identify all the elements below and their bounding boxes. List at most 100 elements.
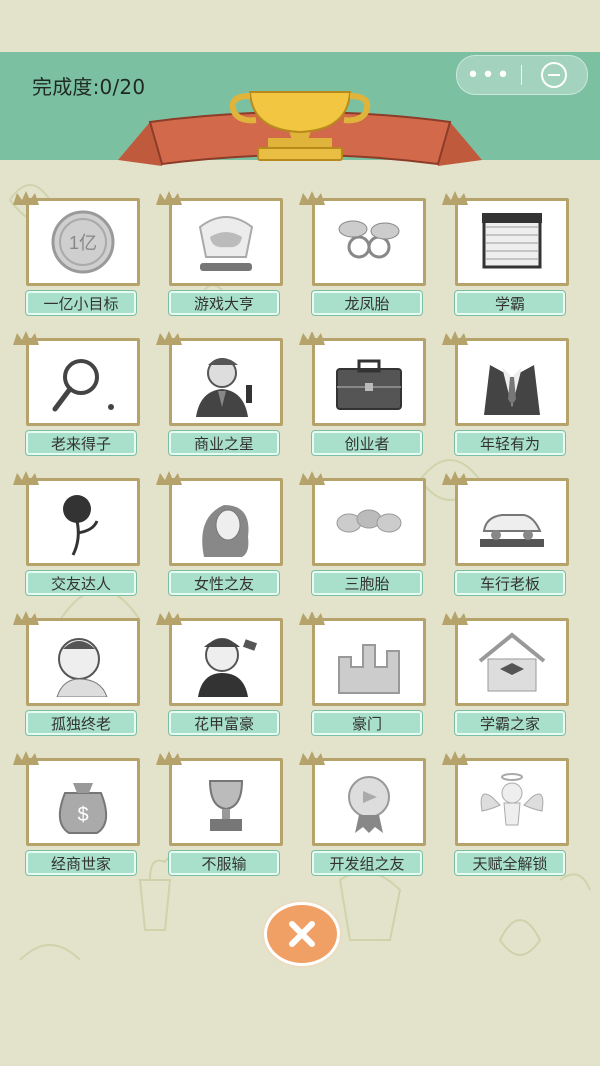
crown-icon xyxy=(13,751,39,765)
achievement-label: 学霸 xyxy=(455,291,565,315)
crown-icon xyxy=(156,751,182,765)
achievement-label: 经商世家 xyxy=(26,851,136,875)
achievement-card[interactable] xyxy=(299,191,426,286)
achievement-label: 天赋全解锁 xyxy=(455,851,565,875)
achievement-card[interactable] xyxy=(442,191,569,286)
achievement-card[interactable] xyxy=(156,331,283,426)
achievement-card[interactable] xyxy=(299,751,426,846)
crown-icon xyxy=(299,471,325,485)
achievement-card[interactable] xyxy=(442,471,569,566)
achievement-label: 交友达人 xyxy=(26,571,136,595)
achievement-card[interactable] xyxy=(13,331,140,426)
achievement-label: 女性之友 xyxy=(169,571,279,595)
money-bag-icon: $ xyxy=(58,783,108,834)
three-pacifiers-icon xyxy=(336,509,402,533)
woman-icon xyxy=(202,505,249,557)
briefcase-icon xyxy=(336,359,402,410)
achievement-label: 不服输 xyxy=(169,851,279,875)
achievement-card[interactable] xyxy=(442,611,569,706)
crown-icon xyxy=(156,331,182,345)
crown-icon xyxy=(13,331,39,345)
crown-icon xyxy=(299,331,325,345)
achievement-item[interactable]: 天赋全解锁 xyxy=(442,751,569,883)
achievement-label: 创业者 xyxy=(312,431,422,455)
crown-icon xyxy=(299,191,325,205)
achievement-label: 花甲富豪 xyxy=(169,711,279,735)
crown-icon xyxy=(156,471,182,485)
achievement-item[interactable]: 三胞胎 xyxy=(299,471,426,603)
achievement-card[interactable] xyxy=(156,191,283,286)
achievement-label: 游戏大亨 xyxy=(169,291,279,315)
crown-icon xyxy=(13,191,39,205)
achievement-item[interactable]: 创业者 xyxy=(299,331,426,463)
book-stack-icon xyxy=(482,213,542,269)
achievement-label: 孤独终老 xyxy=(26,711,136,735)
achievement-label: 学霸之家 xyxy=(455,711,565,735)
achievement-item[interactable]: 商业之星 xyxy=(156,331,283,463)
suit-icon xyxy=(484,365,540,415)
svg-text:$: $ xyxy=(77,804,88,826)
close-button[interactable] xyxy=(264,902,340,966)
crown-icon xyxy=(156,191,182,205)
achievement-item[interactable]: 老来得子 xyxy=(13,331,140,463)
old-man-icon xyxy=(56,638,108,697)
magnifier-icon xyxy=(52,359,114,412)
businessman-icon xyxy=(196,358,252,417)
coin-icon: 1亿 xyxy=(51,210,115,274)
achievement-card[interactable] xyxy=(299,331,426,426)
angel-icon xyxy=(480,773,544,826)
crown-icon xyxy=(299,611,325,625)
achievement-card[interactable] xyxy=(156,751,283,846)
crown-icon xyxy=(442,471,468,485)
crown-icon xyxy=(13,611,39,625)
achievement-label: 龙凤胎 xyxy=(312,291,422,315)
pacifiers-icon xyxy=(338,220,400,259)
achievement-item[interactable]: 学霸之家 xyxy=(442,611,569,743)
achievement-item[interactable]: 游戏大亨 xyxy=(156,191,283,323)
achievement-item[interactable]: 花甲富豪 xyxy=(156,611,283,743)
achievement-label: 开发组之友 xyxy=(312,851,422,875)
crown-icon xyxy=(442,751,468,765)
achievement-item[interactable]: 交友达人 xyxy=(13,471,140,603)
achievement-item[interactable]: 车行老板 xyxy=(442,471,569,603)
crown-icon xyxy=(13,471,39,485)
house-gradcap-icon xyxy=(478,632,546,692)
achievement-item[interactable]: 豪门 xyxy=(299,611,426,743)
achievement-card[interactable] xyxy=(442,751,569,846)
crown-icon xyxy=(156,611,182,625)
achievement-card[interactable]: $ xyxy=(13,751,140,846)
crown-icon xyxy=(299,751,325,765)
car-icon xyxy=(480,514,544,547)
achievement-item[interactable]: 学霸 xyxy=(442,191,569,323)
crown-icon xyxy=(442,611,468,625)
achievement-item[interactable]: 年轻有为 xyxy=(442,331,569,463)
achievement-label: 豪门 xyxy=(312,711,422,735)
achievement-label: 车行老板 xyxy=(455,571,565,595)
achievement-item[interactable]: 女性之友 xyxy=(156,471,283,603)
achievement-label: 老来得子 xyxy=(26,431,136,455)
rose-icon xyxy=(63,495,99,556)
achievement-card[interactable] xyxy=(156,611,283,706)
castle-icon xyxy=(338,644,400,694)
achievement-card[interactable] xyxy=(299,611,426,706)
achievement-label: 一亿小目标 xyxy=(26,291,136,315)
achievement-card[interactable] xyxy=(299,471,426,566)
crown-icon xyxy=(442,191,468,205)
achievement-item[interactable]: 开发组之友 xyxy=(299,751,426,883)
achievement-label: 三胞胎 xyxy=(312,571,422,595)
achievement-item[interactable]: 不服输 xyxy=(156,751,283,883)
achievement-card[interactable] xyxy=(13,611,140,706)
achievement-item[interactable]: 孤独终老 xyxy=(13,611,140,743)
svg-text:1亿: 1亿 xyxy=(69,233,97,253)
trophy-cup-icon xyxy=(208,780,244,831)
achievement-card[interactable] xyxy=(442,331,569,426)
achievement-card[interactable] xyxy=(156,471,283,566)
achievement-item[interactable]: 1亿一亿小目标 xyxy=(13,191,140,323)
achievement-item[interactable]: 龙凤胎 xyxy=(299,191,426,323)
achievement-label: 年轻有为 xyxy=(455,431,565,455)
achievement-card[interactable] xyxy=(13,471,140,566)
close-icon xyxy=(289,921,315,947)
achievement-card[interactable]: 1亿 xyxy=(13,191,140,286)
achievement-item[interactable]: $ 经商世家 xyxy=(13,751,140,883)
achievement-label: 商业之星 xyxy=(169,431,279,455)
